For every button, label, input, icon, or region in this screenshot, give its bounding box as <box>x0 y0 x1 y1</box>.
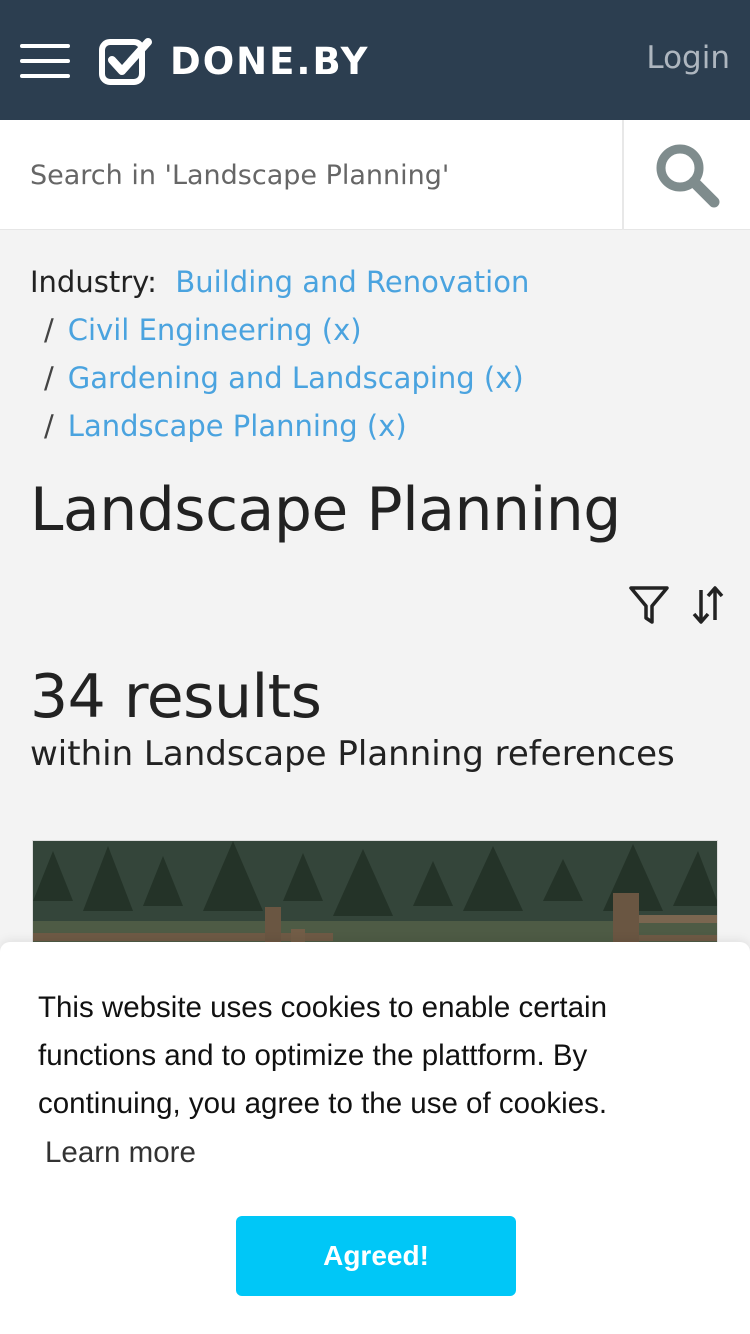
magnifier-icon <box>656 144 720 208</box>
logo-text: DONE.BY <box>170 39 370 83</box>
breadcrumb-item-landscape-planning[interactable]: Landscape Planning (x) <box>68 409 407 443</box>
cookie-banner: This website uses cookies to enable cert… <box>0 942 750 1334</box>
hamburger-menu-icon[interactable] <box>20 44 70 78</box>
list-tools <box>628 584 724 626</box>
checkbox-check-icon <box>99 38 152 85</box>
breadcrumb-separator: / <box>44 313 54 347</box>
login-link[interactable]: Login <box>646 40 730 76</box>
breadcrumb: Industry: Building and Renovation / Civil… <box>30 258 730 450</box>
results-count: 34 results <box>30 662 322 732</box>
funnel-icon[interactable] <box>628 584 670 626</box>
page-title: Landscape Planning <box>30 475 621 545</box>
cookie-message: This website uses cookies to enable cert… <box>38 991 608 1120</box>
breadcrumb-separator: / <box>44 361 54 395</box>
accept-cookies-button[interactable]: Agreed! <box>236 1216 516 1296</box>
breadcrumb-separator: / <box>44 409 54 443</box>
breadcrumb-item-gardening[interactable]: Gardening and Landscaping (x) <box>68 361 524 395</box>
breadcrumb-label: Industry: <box>30 265 157 299</box>
search-input[interactable] <box>0 120 622 230</box>
top-navbar: DONE.BY Login <box>0 0 750 120</box>
results-subtitle: within Landscape Planning references <box>30 734 675 774</box>
search-button[interactable] <box>622 120 750 230</box>
learn-more-link[interactable]: Learn more <box>45 1136 196 1170</box>
breadcrumb-root-link[interactable]: Building and Renovation <box>175 265 529 299</box>
logo[interactable]: DONE.BY <box>98 36 369 86</box>
breadcrumb-item-civil-engineering[interactable]: Civil Engineering (x) <box>68 313 362 347</box>
search-bar <box>0 120 750 230</box>
sort-arrows-icon[interactable] <box>692 584 724 626</box>
